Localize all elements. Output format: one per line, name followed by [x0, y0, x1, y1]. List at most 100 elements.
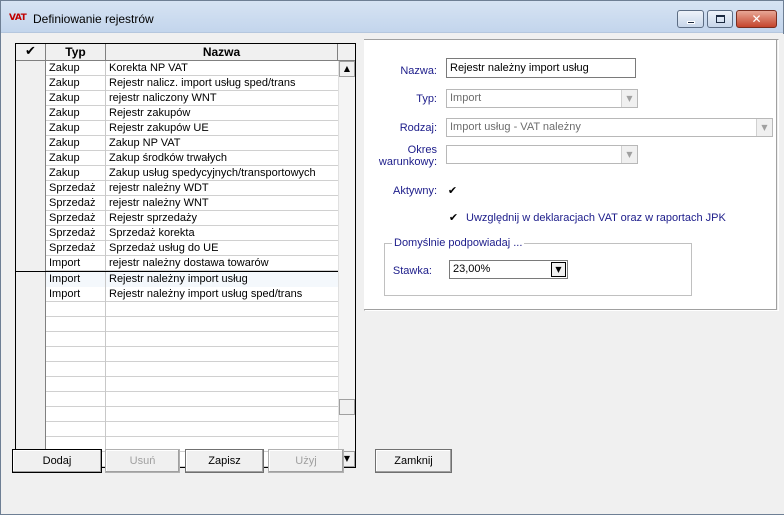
row-selector[interactable] [16, 151, 46, 166]
row-selector[interactable] [16, 196, 46, 211]
table-row[interactable] [16, 392, 338, 407]
row-selector[interactable] [16, 166, 46, 181]
vat-app-icon: VAT [9, 13, 27, 23]
table-row[interactable]: Sprzedaż rejestr należny WNT [16, 196, 338, 211]
okres-label-line1: Okres [407, 144, 437, 156]
row-selector[interactable] [16, 392, 46, 407]
cell-nazwa: Rejestr należny import usług sped/trans [109, 288, 303, 300]
nazwa-label: Nazwa: [400, 65, 437, 77]
grid-scrollbar[interactable]: ▲ ▼ [338, 61, 355, 467]
scroll-up-arrow-icon[interactable]: ▲ [339, 61, 355, 77]
cell-typ: Sprzedaż [46, 181, 106, 196]
cell-typ: Sprzedaż [46, 226, 106, 241]
row-selector[interactable] [16, 226, 46, 241]
cell-typ: Zakup [46, 61, 106, 76]
cell-nazwa: rejestr należny dostawa towarów [109, 257, 269, 269]
table-row[interactable]: Zakup Rejestr zakupów [16, 106, 338, 121]
okres-label-line2: warunkowy: [378, 156, 437, 168]
grid-rows: Zakup Korekta NP VAT Zakup Rejestr nalicz. … [16, 61, 338, 467]
row-selector[interactable] [16, 121, 46, 136]
table-row[interactable]: Zakup rejestr naliczony WNT [16, 91, 338, 106]
typ-select[interactable]: Import ▼ [446, 89, 638, 108]
table-row[interactable]: Zakup Rejestr nalicz. import usług sped/t… [16, 76, 338, 91]
uzyj-button[interactable]: Użyj [268, 449, 344, 473]
table-row[interactable]: Zakup Zakup środków trwałych [16, 151, 338, 166]
row-selector[interactable] [16, 256, 46, 271]
scroll-thumb[interactable] [339, 399, 355, 415]
row-selector[interactable] [16, 287, 46, 302]
title-bar[interactable]: VAT Definiowanie rejestrów ✕ [1, 1, 783, 33]
table-row[interactable]: Import Rejestr należny import usług sped/… [16, 287, 338, 302]
row-selector[interactable] [16, 377, 46, 392]
row-selector[interactable] [16, 422, 46, 437]
table-row[interactable] [16, 347, 338, 362]
row-selector[interactable] [16, 136, 46, 151]
cell-nazwa: Rejestr sprzedaży [109, 212, 198, 224]
table-row[interactable]: Sprzedaż Sprzedaż korekta [16, 226, 338, 241]
row-selector[interactable] [16, 272, 46, 287]
header-typ[interactable]: Typ [46, 44, 106, 61]
row-selector[interactable] [16, 241, 46, 256]
table-row[interactable] [16, 362, 338, 377]
cell-typ: Sprzedaż [46, 196, 106, 211]
header-check[interactable]: ✔ [16, 44, 46, 61]
row-selector[interactable] [16, 347, 46, 362]
header-nazwa[interactable]: Nazwa [106, 44, 338, 61]
row-selector[interactable] [16, 211, 46, 226]
zamknij-button[interactable]: Zamknij [375, 449, 452, 473]
stawka-value: 23,00% [453, 263, 491, 275]
table-row[interactable]: Sprzedaż Sprzedaż usług do UE [16, 241, 338, 256]
table-row[interactable] [16, 407, 338, 422]
table-row[interactable]: Zakup Zakup usług spedycyjnych/transporto… [16, 166, 338, 181]
row-selector[interactable] [16, 91, 46, 106]
table-row[interactable]: Import rejestr należny dostawa towarów [16, 256, 338, 271]
table-row[interactable] [16, 332, 338, 347]
table-row[interactable]: Zakup Korekta NP VAT [16, 61, 338, 76]
registers-grid[interactable]: ✔ Typ Nazwa Zakup Korekta NP VAT Zakup Reje… [15, 43, 356, 468]
okres-select[interactable]: ▼ [446, 145, 638, 164]
table-row[interactable]: Sprzedaż rejestr należny WDT [16, 181, 338, 196]
cell-typ [46, 302, 106, 317]
stawka-label: Stawka: [392, 265, 432, 277]
minimize-button[interactable] [677, 10, 704, 28]
row-selector[interactable] [16, 61, 46, 76]
table-row[interactable] [16, 422, 338, 437]
cell-nazwa: rejestr należny WDT [109, 182, 209, 194]
row-selector[interactable] [16, 181, 46, 196]
row-selector[interactable] [16, 76, 46, 91]
table-row[interactable] [16, 377, 338, 392]
close-icon: ✕ [751, 12, 762, 26]
chevron-down-icon: ▼ [551, 262, 566, 277]
table-row[interactable]: Import Rejestr należny import usług [16, 271, 338, 287]
uwzglednij-checkbox[interactable]: ✔ [448, 212, 459, 223]
dodaj-button[interactable]: Dodaj [12, 449, 102, 473]
cell-nazwa: Rejestr nalicz. import usług sped/trans [109, 77, 296, 89]
cell-typ [46, 317, 106, 332]
grid-header: ✔ Typ Nazwa [16, 44, 355, 61]
row-selector[interactable] [16, 362, 46, 377]
row-selector[interactable] [16, 317, 46, 332]
cell-typ [46, 422, 106, 437]
chevron-down-icon: ▼ [621, 90, 637, 107]
row-selector[interactable] [16, 106, 46, 121]
cell-nazwa: rejestr należny WNT [109, 197, 209, 209]
row-selector[interactable] [16, 302, 46, 317]
typ-value: Import [450, 92, 482, 104]
usun-button[interactable]: Usuń [105, 449, 180, 473]
row-selector[interactable] [16, 407, 46, 422]
nazwa-field[interactable]: Rejestr należny import usług [446, 58, 636, 78]
cell-nazwa: Sprzedaż usług do UE [109, 242, 219, 254]
close-button[interactable]: ✕ [736, 10, 777, 28]
uwzglednij-label[interactable]: Uwzględnij w deklaracjach VAT oraz w rap… [466, 212, 726, 224]
table-row[interactable]: Sprzedaż Rejestr sprzedaży [16, 211, 338, 226]
rodzaj-select[interactable]: Import usług - VAT należny ▼ [446, 118, 773, 137]
table-row[interactable] [16, 302, 338, 317]
table-row[interactable]: Zakup Rejestr zakupów UE [16, 121, 338, 136]
table-row[interactable] [16, 317, 338, 332]
maximize-button[interactable] [707, 10, 733, 28]
aktywny-checkbox[interactable]: ✔ [447, 185, 458, 196]
row-selector[interactable] [16, 332, 46, 347]
zapisz-button[interactable]: Zapisz [185, 449, 264, 473]
stawka-select[interactable]: 23,00% ▼ [449, 260, 568, 279]
table-row[interactable]: Zakup Zakup NP VAT [16, 136, 338, 151]
